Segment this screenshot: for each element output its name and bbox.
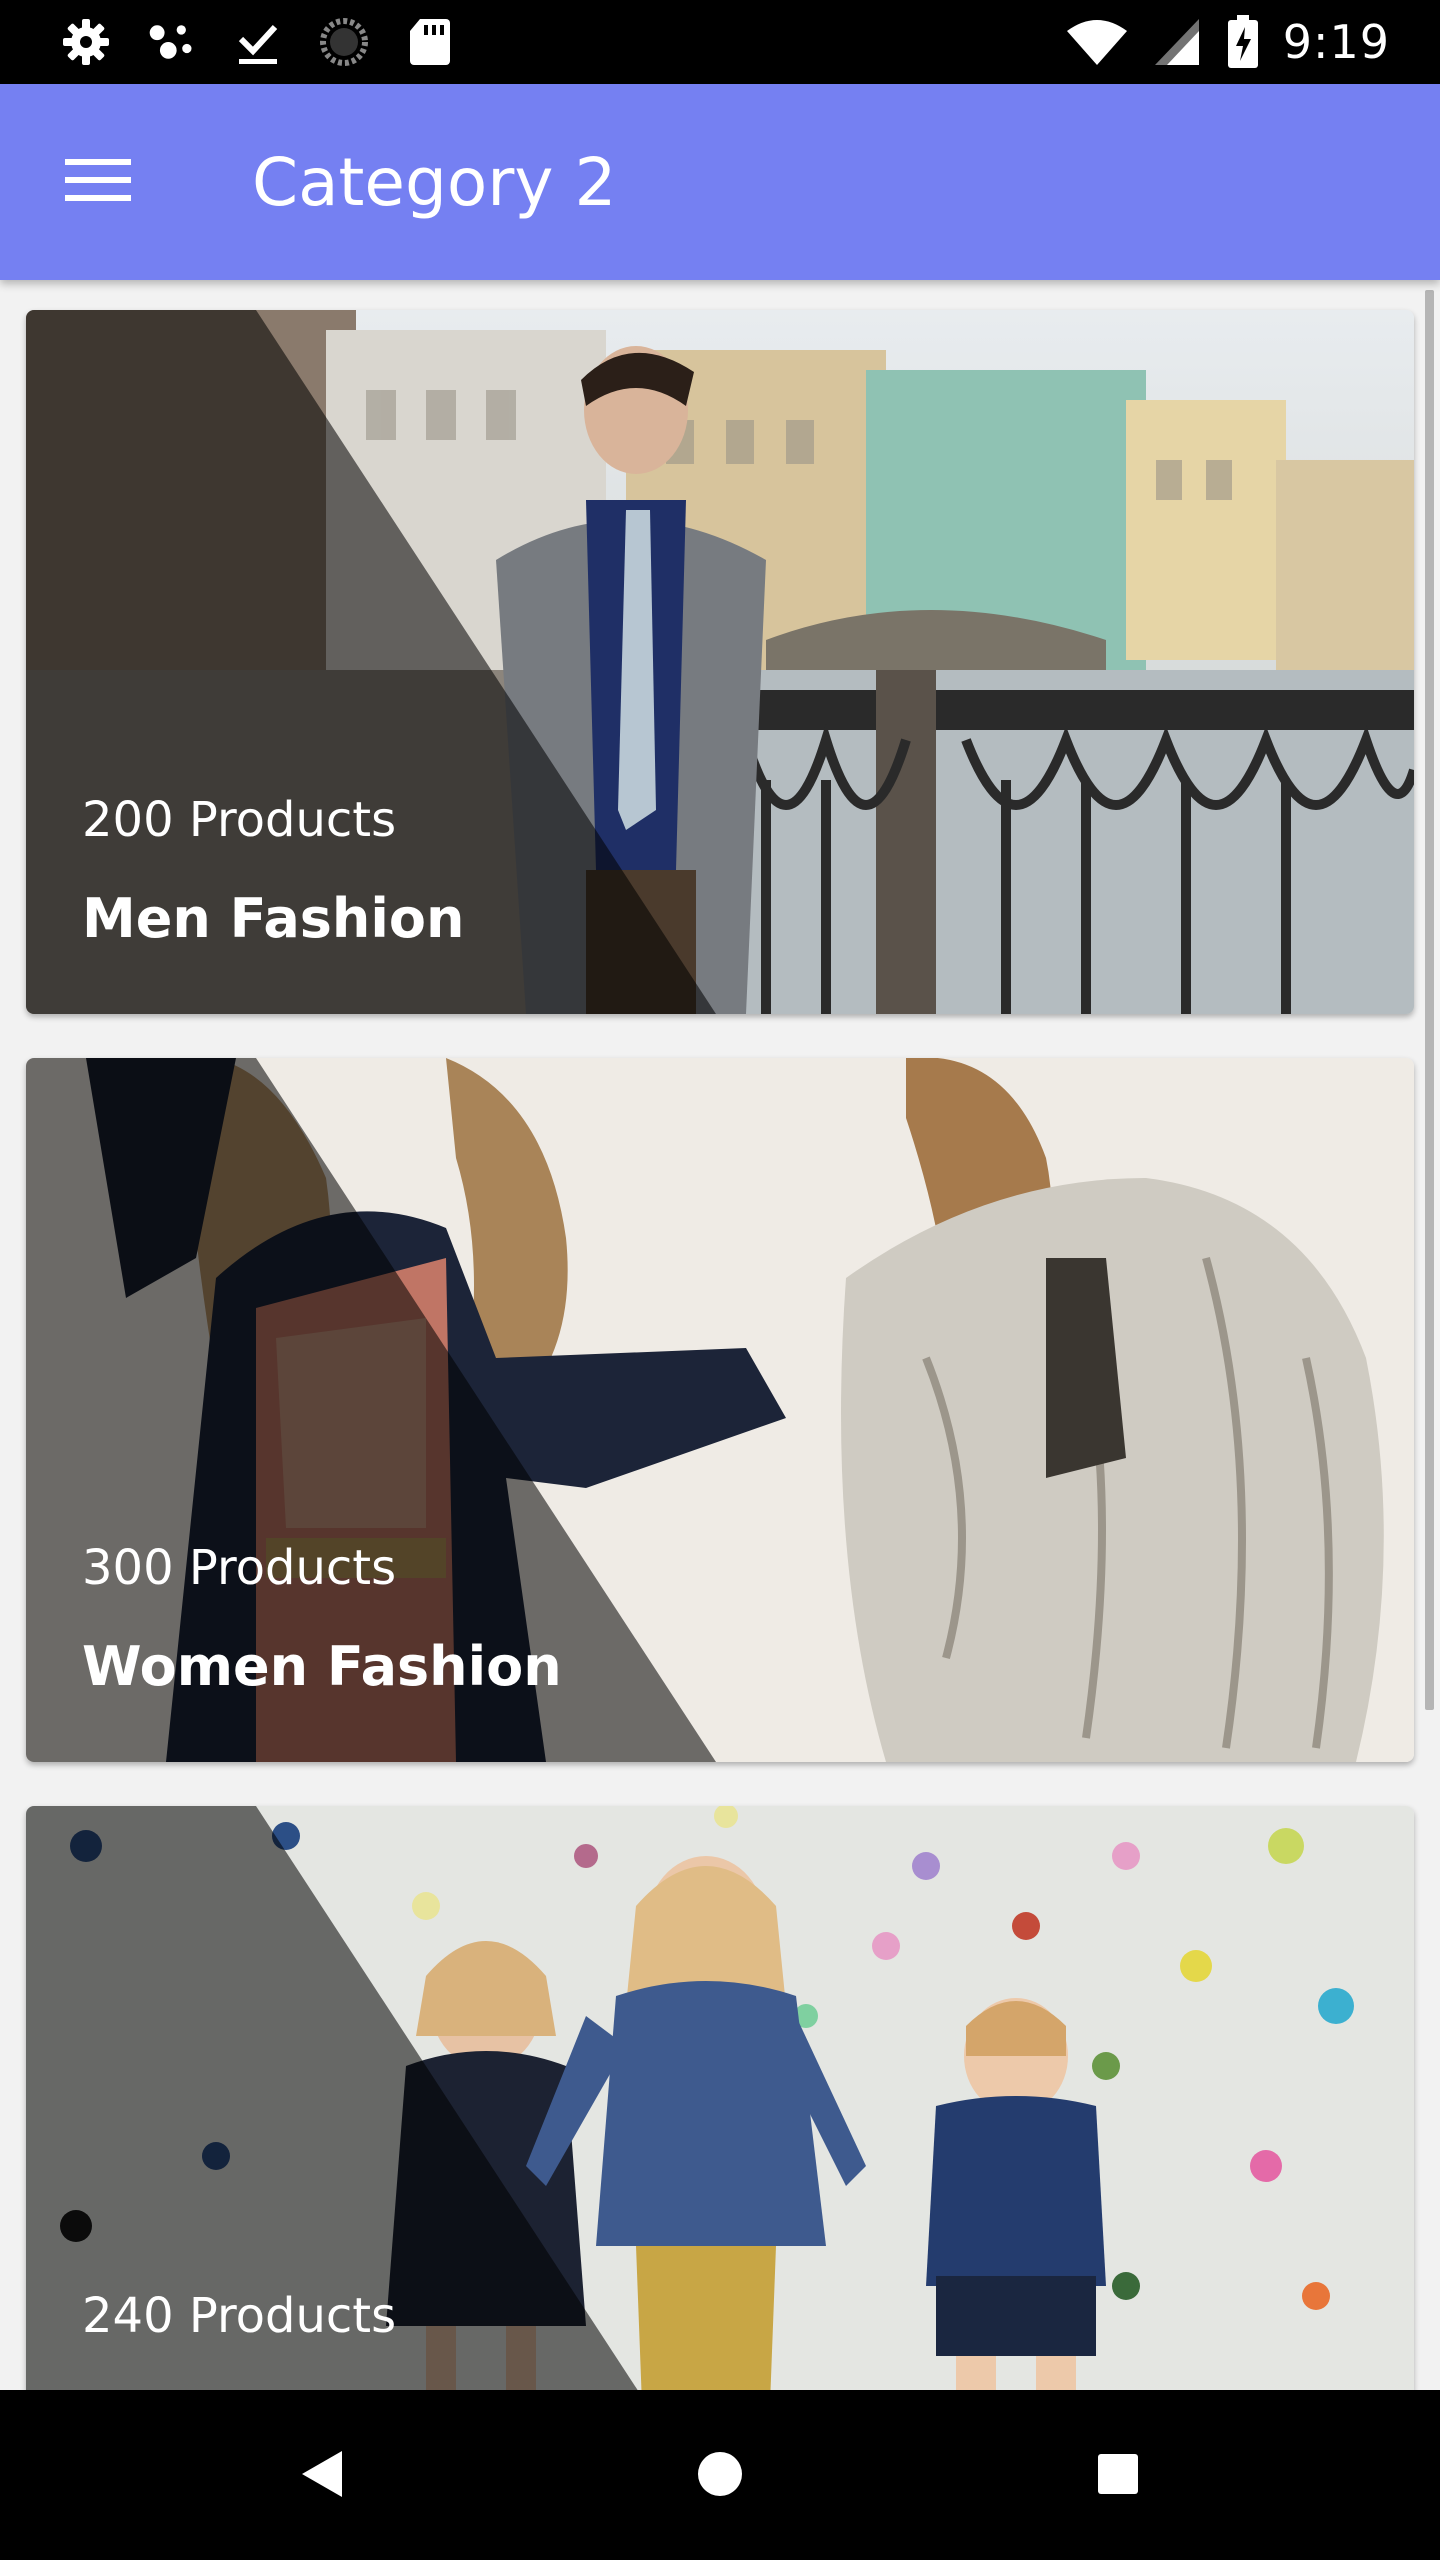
signal-icon: [1151, 16, 1203, 68]
menu-icon: [65, 155, 131, 210]
page-title: Category 2: [252, 144, 617, 221]
wifi-icon: [1065, 16, 1129, 68]
battery-charging-icon: [1225, 15, 1261, 68]
category-name: Women Fashion: [82, 1635, 562, 1698]
back-button[interactable]: [274, 2428, 370, 2524]
category-list[interactable]: 200 Products Men Fashion 300 Products Wo…: [0, 280, 1440, 2390]
back-icon: [300, 2449, 344, 2504]
home-button[interactable]: [672, 2428, 768, 2524]
gear-icon: [60, 16, 112, 68]
category-name: Men Fashion: [82, 887, 465, 950]
system-nav-bar: [0, 2390, 1440, 2560]
status-bar: 9:19: [0, 0, 1440, 84]
menu-button[interactable]: [50, 142, 146, 222]
category-card-men-fashion[interactable]: 200 Products Men Fashion: [26, 310, 1414, 1014]
progress-spinner-icon: [318, 16, 370, 68]
status-left-icons: [60, 14, 456, 70]
status-right-icons: 9:19: [1065, 14, 1390, 70]
product-count: 200 Products: [82, 792, 397, 848]
status-time: 9:19: [1282, 15, 1390, 69]
category-card-women-fashion[interactable]: 300 Products Women Fashion: [26, 1058, 1414, 1762]
sd-card-icon: [404, 16, 456, 68]
category-card-kids[interactable]: 240 Products: [26, 1806, 1414, 2390]
recents-button[interactable]: [1070, 2428, 1166, 2524]
assistant-dots-icon: [146, 16, 198, 68]
home-icon: [696, 2450, 744, 2503]
product-count: 300 Products: [82, 1540, 397, 1596]
app-bar: Category 2: [0, 84, 1440, 280]
product-count: 240 Products: [82, 2288, 397, 2344]
recents-icon: [1097, 2453, 1139, 2500]
scrollbar[interactable]: [1425, 290, 1434, 1710]
download-done-icon: [232, 16, 284, 68]
